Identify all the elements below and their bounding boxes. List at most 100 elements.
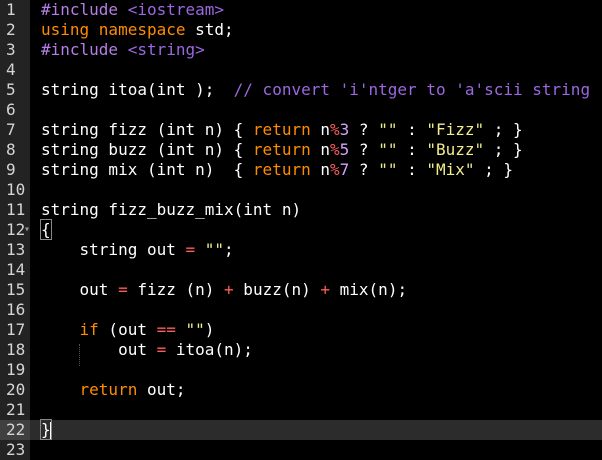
code-line[interactable]: 2 using namespace std;	[0, 20, 602, 40]
code-line[interactable]: 8 string buzz (int n) { return n%5 ? "" :…	[0, 140, 602, 160]
code-line[interactable]: 19	[0, 360, 602, 380]
token-str: ""	[378, 160, 398, 179]
code-line[interactable]: 11 string fizz_buzz_mix(int n)	[0, 200, 602, 220]
code-line[interactable]: 10	[0, 180, 602, 200]
code-line[interactable]: 18 out = itoa(n);	[0, 340, 602, 360]
code-line[interactable]: 9 string mix (int n) { return n%7 ? "" : …	[0, 160, 602, 180]
token: (out	[98, 320, 157, 339]
code-line[interactable]: 7 string fizz (int n) { return n%3 ? "" :…	[0, 120, 602, 140]
token-kw: using namespace	[41, 20, 196, 39]
token: ?	[349, 140, 379, 159]
line-number: 23	[6, 440, 26, 459]
token-op: ==	[156, 320, 176, 339]
code-text[interactable]: out = fizz (n) + buzz(n) + mix(n);	[41, 280, 408, 300]
token: itoa(n);	[166, 340, 253, 359]
code-line[interactable]: 23	[0, 440, 602, 460]
token: ; }	[474, 160, 514, 179]
token-kw: return	[252, 160, 321, 179]
token: buzz(n)	[233, 280, 321, 299]
token: )	[204, 320, 215, 339]
code-line[interactable]: 22}	[0, 419, 602, 440]
code-text[interactable]: string itoa(int ); // convert 'i'ntger t…	[41, 80, 590, 100]
token-cmt: // convert 'i'ntger to 'a'scii string	[233, 80, 591, 99]
token: string mix (int n) {	[41, 160, 253, 179]
line-number: 16	[6, 300, 26, 319]
token: ?	[349, 120, 379, 139]
code-line[interactable]: 1 #include <iostream>	[0, 0, 602, 20]
line-number: 18	[6, 340, 26, 359]
token-str: ""	[204, 240, 225, 259]
line-number: 4	[6, 60, 16, 79]
token-inc: #include	[41, 40, 128, 59]
code-line[interactable]: 6	[0, 100, 602, 120]
code-line[interactable]: 12 ▾{	[0, 219, 602, 240]
line-number: 1	[6, 0, 16, 19]
token: mix(n);	[330, 280, 408, 299]
token-op: =	[118, 280, 128, 299]
code-text[interactable]: string fizz (int n) { return n%3 ? "" : …	[41, 120, 523, 140]
line-number: 3	[6, 40, 16, 59]
token-str: "Buzz"	[426, 140, 485, 159]
code-editor[interactable]: 1 #include <iostream> 2 using namespace std…	[0, 0, 602, 460]
token: ?	[349, 160, 379, 179]
fold-toggle-icon[interactable]: ▾	[24, 220, 34, 240]
token-op: +	[320, 280, 331, 299]
line-number: 21	[6, 400, 26, 419]
code-text[interactable]: }	[40, 419, 52, 440]
token: :	[397, 140, 427, 159]
token-op: =	[156, 340, 167, 359]
code-line[interactable]: 13 string out = "";	[0, 240, 602, 260]
token-str: ""	[378, 140, 398, 159]
token-str: ""	[185, 320, 205, 339]
token: ;	[224, 240, 234, 259]
code-text[interactable]: string buzz (int n) { return n%5 ? "" : …	[41, 140, 523, 160]
line-number: 5	[6, 80, 16, 99]
code-line[interactable]: 17 if (out == "")	[0, 320, 602, 340]
code-line[interactable]: 3 #include <string>	[0, 40, 602, 60]
line-number: 7	[6, 120, 16, 139]
code-text[interactable]: return out;	[41, 380, 186, 400]
code-line[interactable]: 20 return out;	[0, 380, 602, 400]
token-kw: return	[252, 120, 321, 139]
token: :	[397, 160, 427, 179]
token: ; }	[484, 120, 523, 139]
line-number: 22	[0, 420, 30, 440]
token-kw: return	[79, 380, 138, 399]
line-number: 19	[6, 360, 26, 379]
code-line[interactable]: 4	[0, 60, 602, 80]
line-number: 8	[6, 140, 16, 159]
token-str: "Mix"	[426, 160, 475, 179]
code-text[interactable]: string out = "";	[41, 240, 234, 260]
token: string buzz (int n) {	[41, 140, 253, 159]
token: string out	[41, 240, 186, 259]
token-num: 5	[339, 140, 350, 159]
code-line[interactable]: 15 out = fizz (n) + buzz(n) + mix(n);	[0, 280, 602, 300]
code-text[interactable]: #include <string>	[41, 40, 205, 60]
token: string itoa(int );	[41, 80, 234, 99]
token-op: =	[185, 240, 196, 259]
token: n	[320, 160, 330, 179]
token: out;	[137, 380, 186, 399]
token-op: %	[330, 140, 340, 159]
code-text[interactable]: using namespace std;	[41, 20, 234, 40]
code-line[interactable]: 5 string itoa(int ); // convert 'i'ntger …	[0, 80, 602, 100]
token-kw: if	[79, 320, 99, 339]
matched-brace: {	[40, 219, 52, 240]
line-number: 6	[6, 100, 16, 119]
token: n	[320, 120, 330, 139]
code-text[interactable]: {	[40, 219, 52, 240]
code-text[interactable]: #include <iostream>	[41, 0, 224, 20]
code-text[interactable]: if (out == "")	[41, 320, 215, 340]
token-inc: #include	[41, 0, 128, 19]
code-line[interactable]: 16	[0, 300, 602, 320]
code-text[interactable]: string mix (int n) { return n%7 ? "" : "…	[41, 160, 513, 180]
code-line[interactable]: 14	[0, 260, 602, 280]
token-str: ""	[378, 120, 398, 139]
code-line[interactable]: 21	[0, 400, 602, 420]
code-text[interactable]: out = itoa(n);	[41, 340, 253, 360]
code-text[interactable]: string fizz_buzz_mix(int n)	[41, 200, 301, 220]
